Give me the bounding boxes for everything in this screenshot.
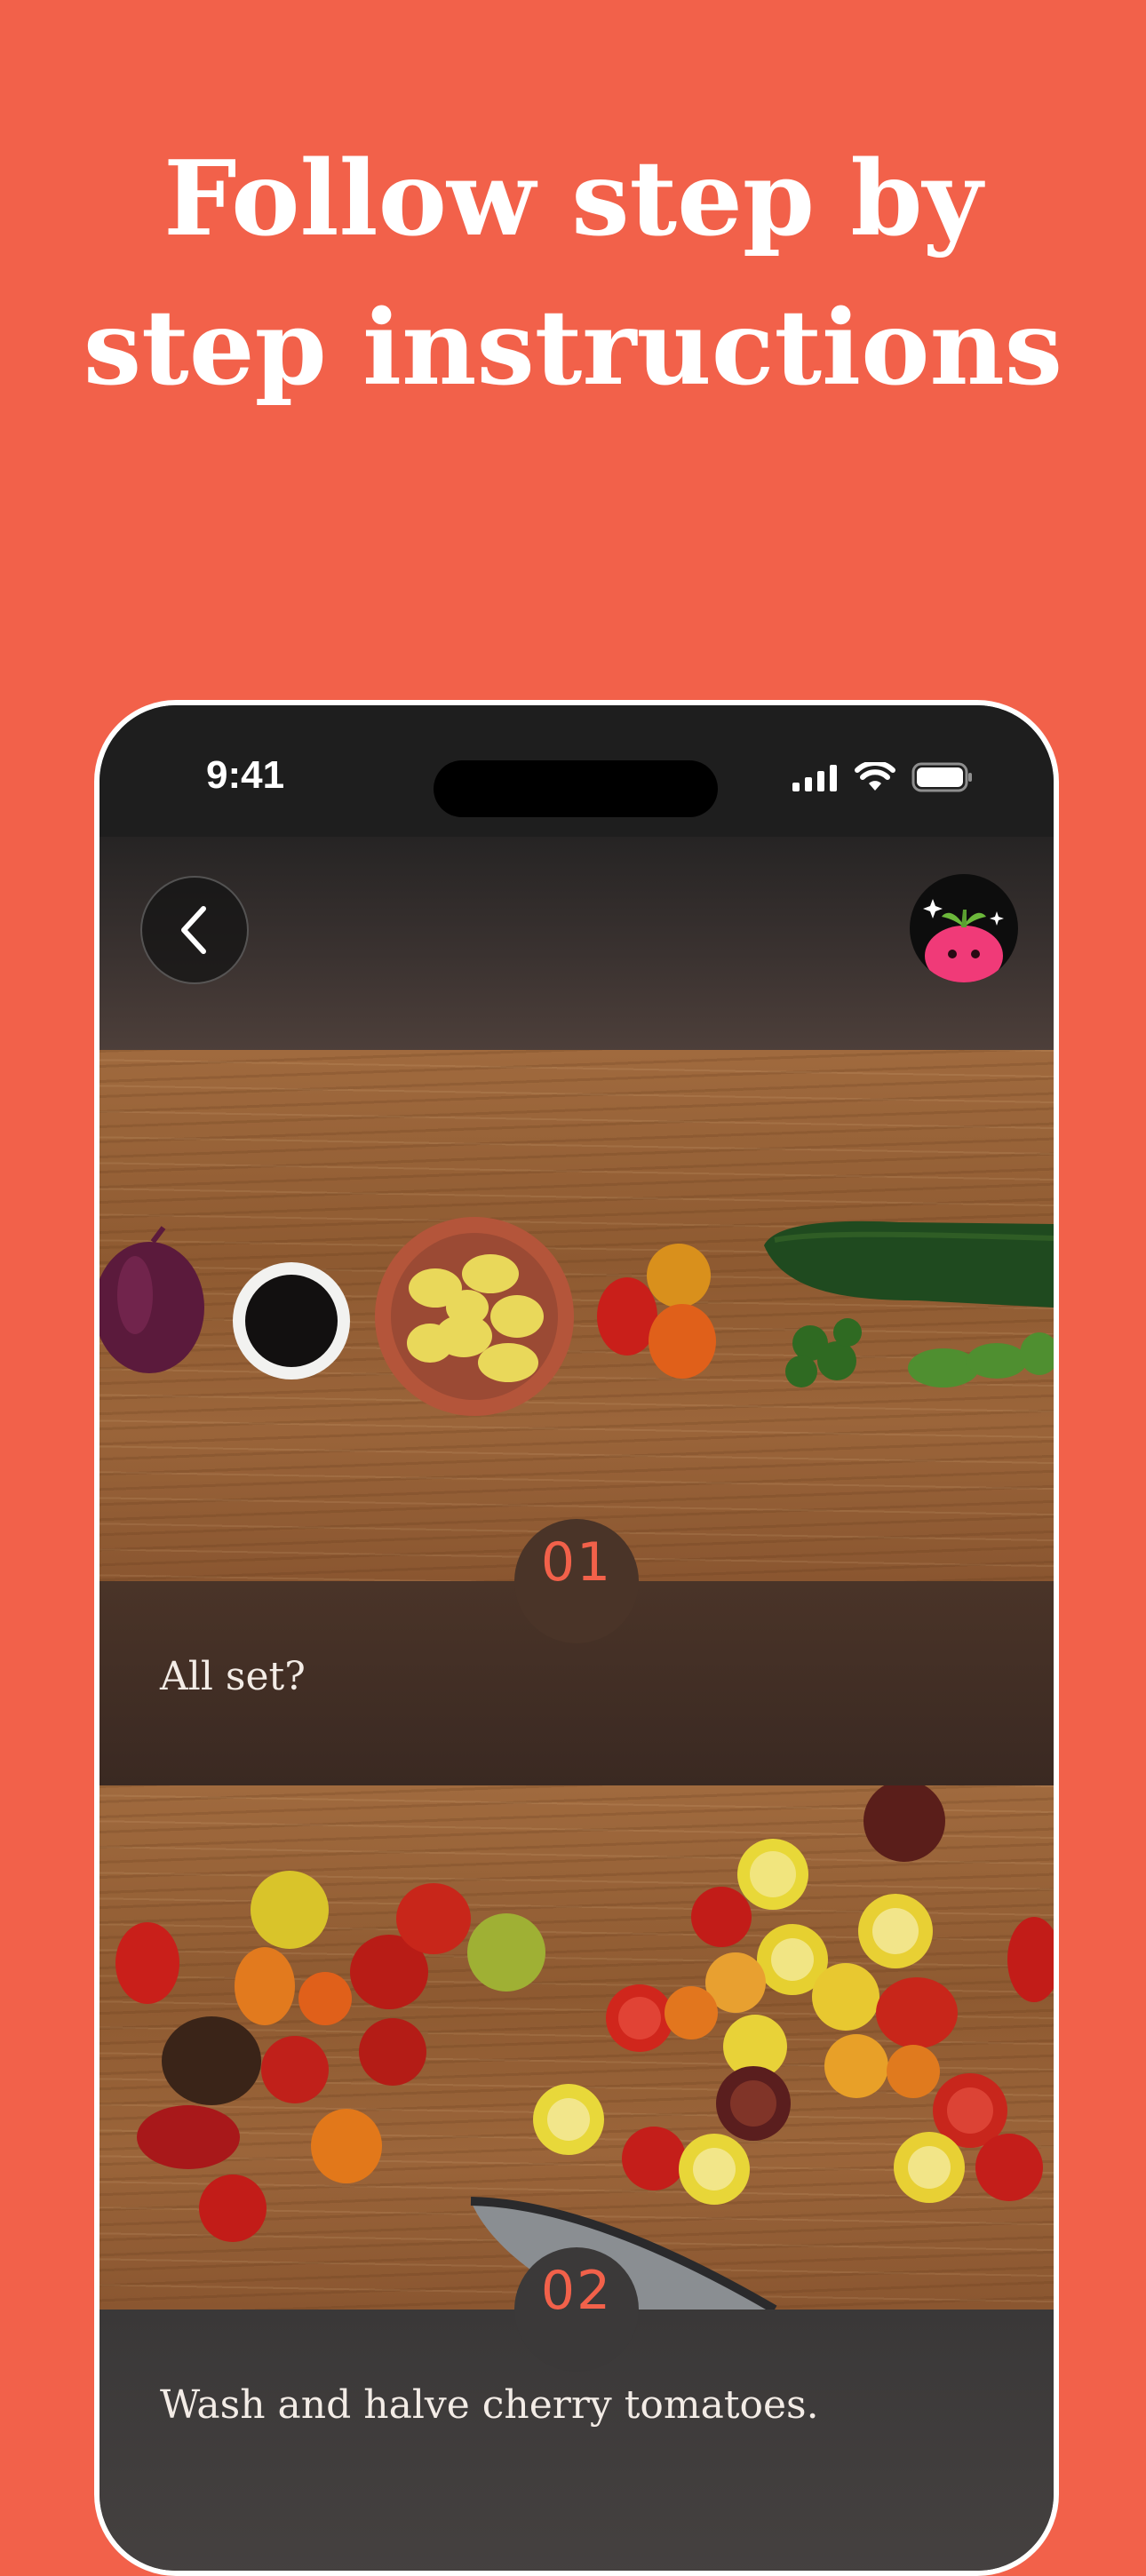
status-time: 9:41 xyxy=(206,753,285,797)
wifi-icon xyxy=(855,762,895,791)
status-bar: 9:41 xyxy=(99,705,1054,837)
phone-mockup: 9:41 01 All set? 02 Wash and halve cherr… xyxy=(94,700,1059,2576)
step-number: 02 xyxy=(540,2260,613,2322)
step-number-badge: 02 xyxy=(514,2247,639,2372)
dynamic-island xyxy=(434,760,718,817)
ingredients-image xyxy=(99,1217,1054,1416)
back-button[interactable] xyxy=(140,876,249,984)
status-icons xyxy=(792,762,974,792)
step-instruction: Wash and halve cherry tomatoes. xyxy=(160,2382,819,2428)
cherry-tomatoes-image xyxy=(115,1780,1054,2314)
battery-icon xyxy=(911,762,972,792)
signal-icon xyxy=(792,765,837,791)
step-2-image xyxy=(99,1780,1054,2314)
headline-line-1: Follow step by xyxy=(163,139,983,259)
mascot-avatar-button[interactable] xyxy=(910,874,1018,982)
headline-line-2: step instructions xyxy=(83,288,1063,409)
step-number-badge: 01 xyxy=(514,1519,639,1643)
chevron-left-icon xyxy=(181,906,206,954)
step-instruction: All set? xyxy=(160,1654,306,1699)
step-card-2[interactable]: 02 Wash and halve cherry tomatoes. xyxy=(99,2247,1054,2571)
radish-mascot-icon xyxy=(923,899,1004,982)
headline: Follow step by step instructions xyxy=(0,124,1146,423)
top-nav xyxy=(99,837,1054,1050)
step-card-1[interactable]: 01 All set? xyxy=(99,1519,1054,1785)
step-number: 01 xyxy=(540,1531,613,1594)
step-1-image xyxy=(99,1050,1054,1581)
